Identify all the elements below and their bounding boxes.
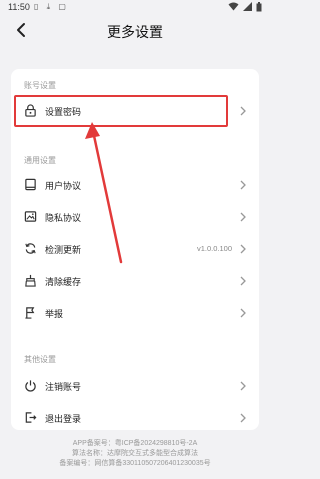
chevron-right-icon	[240, 413, 246, 423]
row-report[interactable]: 举报	[11, 298, 259, 328]
row-label: 退出登录	[45, 414, 82, 424]
row-label: 隐私协议	[45, 213, 82, 223]
signal-icon	[243, 2, 252, 11]
image-icon	[24, 211, 37, 222]
logout-icon	[25, 412, 37, 423]
row-label: 设置密码	[45, 107, 82, 117]
book-icon	[25, 178, 36, 191]
row-label: 清除缓存	[45, 277, 82, 287]
wifi-icon	[228, 2, 239, 11]
section-label-account: 账号设置	[24, 81, 56, 90]
chevron-right-icon	[240, 276, 246, 286]
power-icon	[25, 380, 36, 392]
refresh-icon	[25, 243, 36, 254]
section-label-other: 其他设置	[24, 355, 56, 364]
status-time: 11:50	[8, 2, 30, 12]
row-label: 举报	[45, 309, 64, 319]
lock-icon	[25, 104, 36, 117]
row-label: 用户协议	[45, 181, 82, 191]
row-label: 注销账号	[45, 382, 82, 392]
broom-icon	[25, 274, 36, 287]
chevron-right-icon	[240, 212, 246, 222]
row-set-password[interactable]: 设置密码	[11, 96, 259, 126]
chevron-right-icon	[240, 308, 246, 318]
chevron-right-icon	[240, 180, 246, 190]
header: 更多设置	[0, 14, 270, 46]
row-cancel-account[interactable]: 注销账号	[11, 371, 259, 401]
chevron-right-icon	[240, 381, 246, 391]
row-user-agreement[interactable]: 用户协议	[11, 170, 259, 200]
row-check-update[interactable]: 检测更新 v1.0.0.100	[11, 234, 259, 264]
row-label: 检测更新	[45, 245, 82, 255]
status-bar: 11:50 ▯ ⤓ ▢	[0, 0, 270, 14]
page-title: 更多设置	[107, 24, 163, 40]
row-clear-cache[interactable]: 清除缓存	[11, 266, 259, 296]
battery-icon	[256, 1, 262, 11]
section-label-general: 通用设置	[24, 156, 56, 165]
settings-card: 账号设置 设置密码 通用设置 用户协议 隐私协议 检测更新 v1.0.0.100…	[11, 69, 259, 430]
row-privacy-agreement[interactable]: 隐私协议	[11, 202, 259, 232]
footer-algorithm-name: 算法名称：达摩院交互式多能型合成算法	[72, 450, 198, 457]
row-logout[interactable]: 退出登录	[11, 403, 259, 433]
chevron-right-icon	[240, 244, 246, 254]
system-icons	[228, 1, 262, 12]
footer-icp: APP备案号：粤ICP备2024298810号-2A	[72, 440, 198, 447]
chevron-right-icon	[240, 106, 246, 116]
footer-algorithm-filing: 备案编号：网信算备330110507206401230035号	[59, 460, 211, 467]
notification-icons: ▯ ⤓ ▢	[34, 2, 69, 11]
version-value: v1.0.0.100	[196, 244, 232, 253]
flag-icon	[25, 307, 35, 319]
